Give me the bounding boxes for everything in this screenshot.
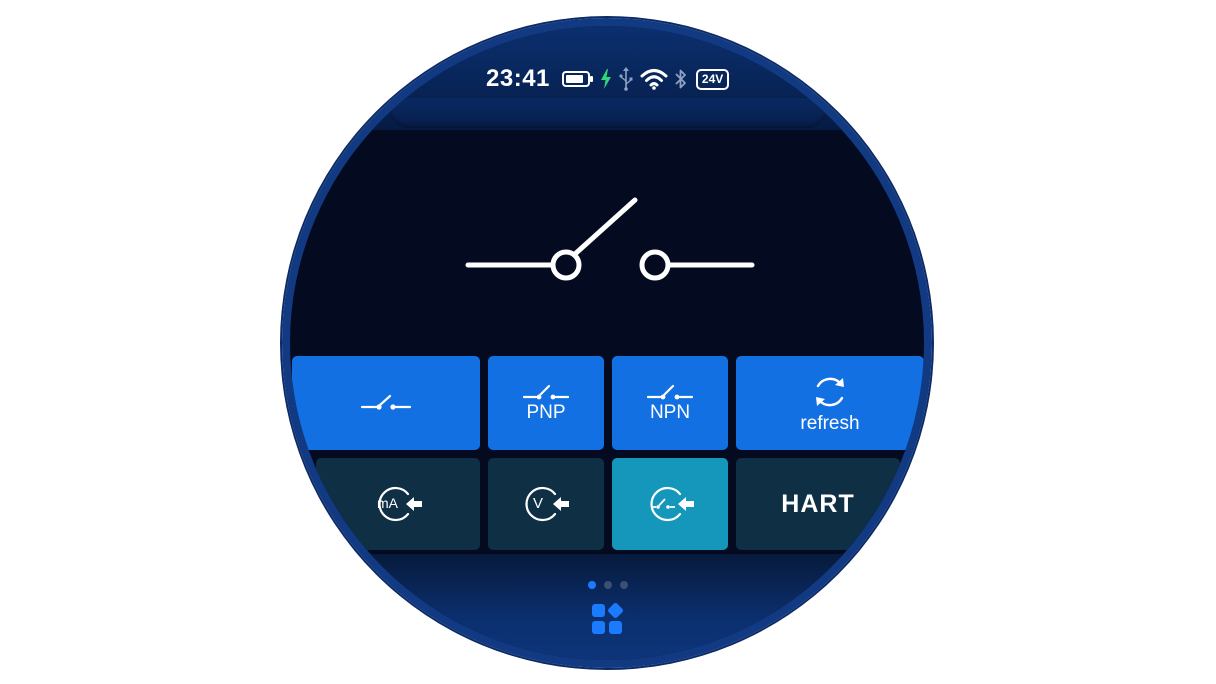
voltage-input-button[interactable]: V	[488, 458, 604, 550]
hart-label: HART	[781, 489, 855, 518]
ma-input-icon: mA	[370, 484, 426, 524]
ma-label: mA	[377, 495, 398, 511]
switch-input-icon	[642, 484, 698, 524]
round-screen: 23:41 24V PNP NPN refresh mA V HART	[290, 26, 924, 660]
usb-icon	[618, 67, 634, 91]
refresh-label: refresh	[800, 413, 860, 434]
npn-label: NPN	[649, 402, 691, 423]
pnp-button[interactable]: PNP	[488, 356, 604, 450]
apps-grid-icon[interactable]	[591, 602, 625, 636]
page-indicator	[588, 581, 628, 589]
refresh-button[interactable]: refresh	[736, 356, 924, 450]
switch-input-button[interactable]	[612, 458, 728, 550]
battery-icon	[561, 70, 594, 88]
ma-input-button[interactable]: mA	[316, 458, 480, 550]
bluetooth-icon	[674, 67, 688, 91]
page-dot-2[interactable]	[604, 581, 612, 589]
status-bar: 23:41 24V	[290, 26, 924, 130]
switch-icon	[360, 392, 412, 414]
supply-voltage-badge: 24V	[695, 68, 730, 90]
switch-icon	[522, 383, 570, 403]
switch-mode-button[interactable]	[292, 356, 480, 450]
voltage-label: V	[533, 495, 544, 512]
hart-button[interactable]: HART	[736, 458, 900, 550]
voltage-input-icon: V	[519, 484, 573, 524]
open-switch-icon	[460, 190, 760, 290]
page-dot-1[interactable]	[588, 581, 596, 589]
pnp-label: PNP	[526, 402, 566, 423]
refresh-icon	[810, 372, 850, 412]
charging-bolt-icon	[600, 69, 612, 89]
status-row: 23:41 24V	[486, 64, 730, 94]
page-dot-3[interactable]	[620, 581, 628, 589]
device-stage: 23:41 24V PNP NPN refresh mA V HART	[0, 0, 1216, 684]
wifi-icon	[640, 68, 668, 90]
status-bar-shelf	[390, 98, 826, 128]
npn-button[interactable]: NPN	[612, 356, 728, 450]
clock-time: 23:41	[486, 65, 550, 92]
switch-icon	[646, 383, 694, 403]
